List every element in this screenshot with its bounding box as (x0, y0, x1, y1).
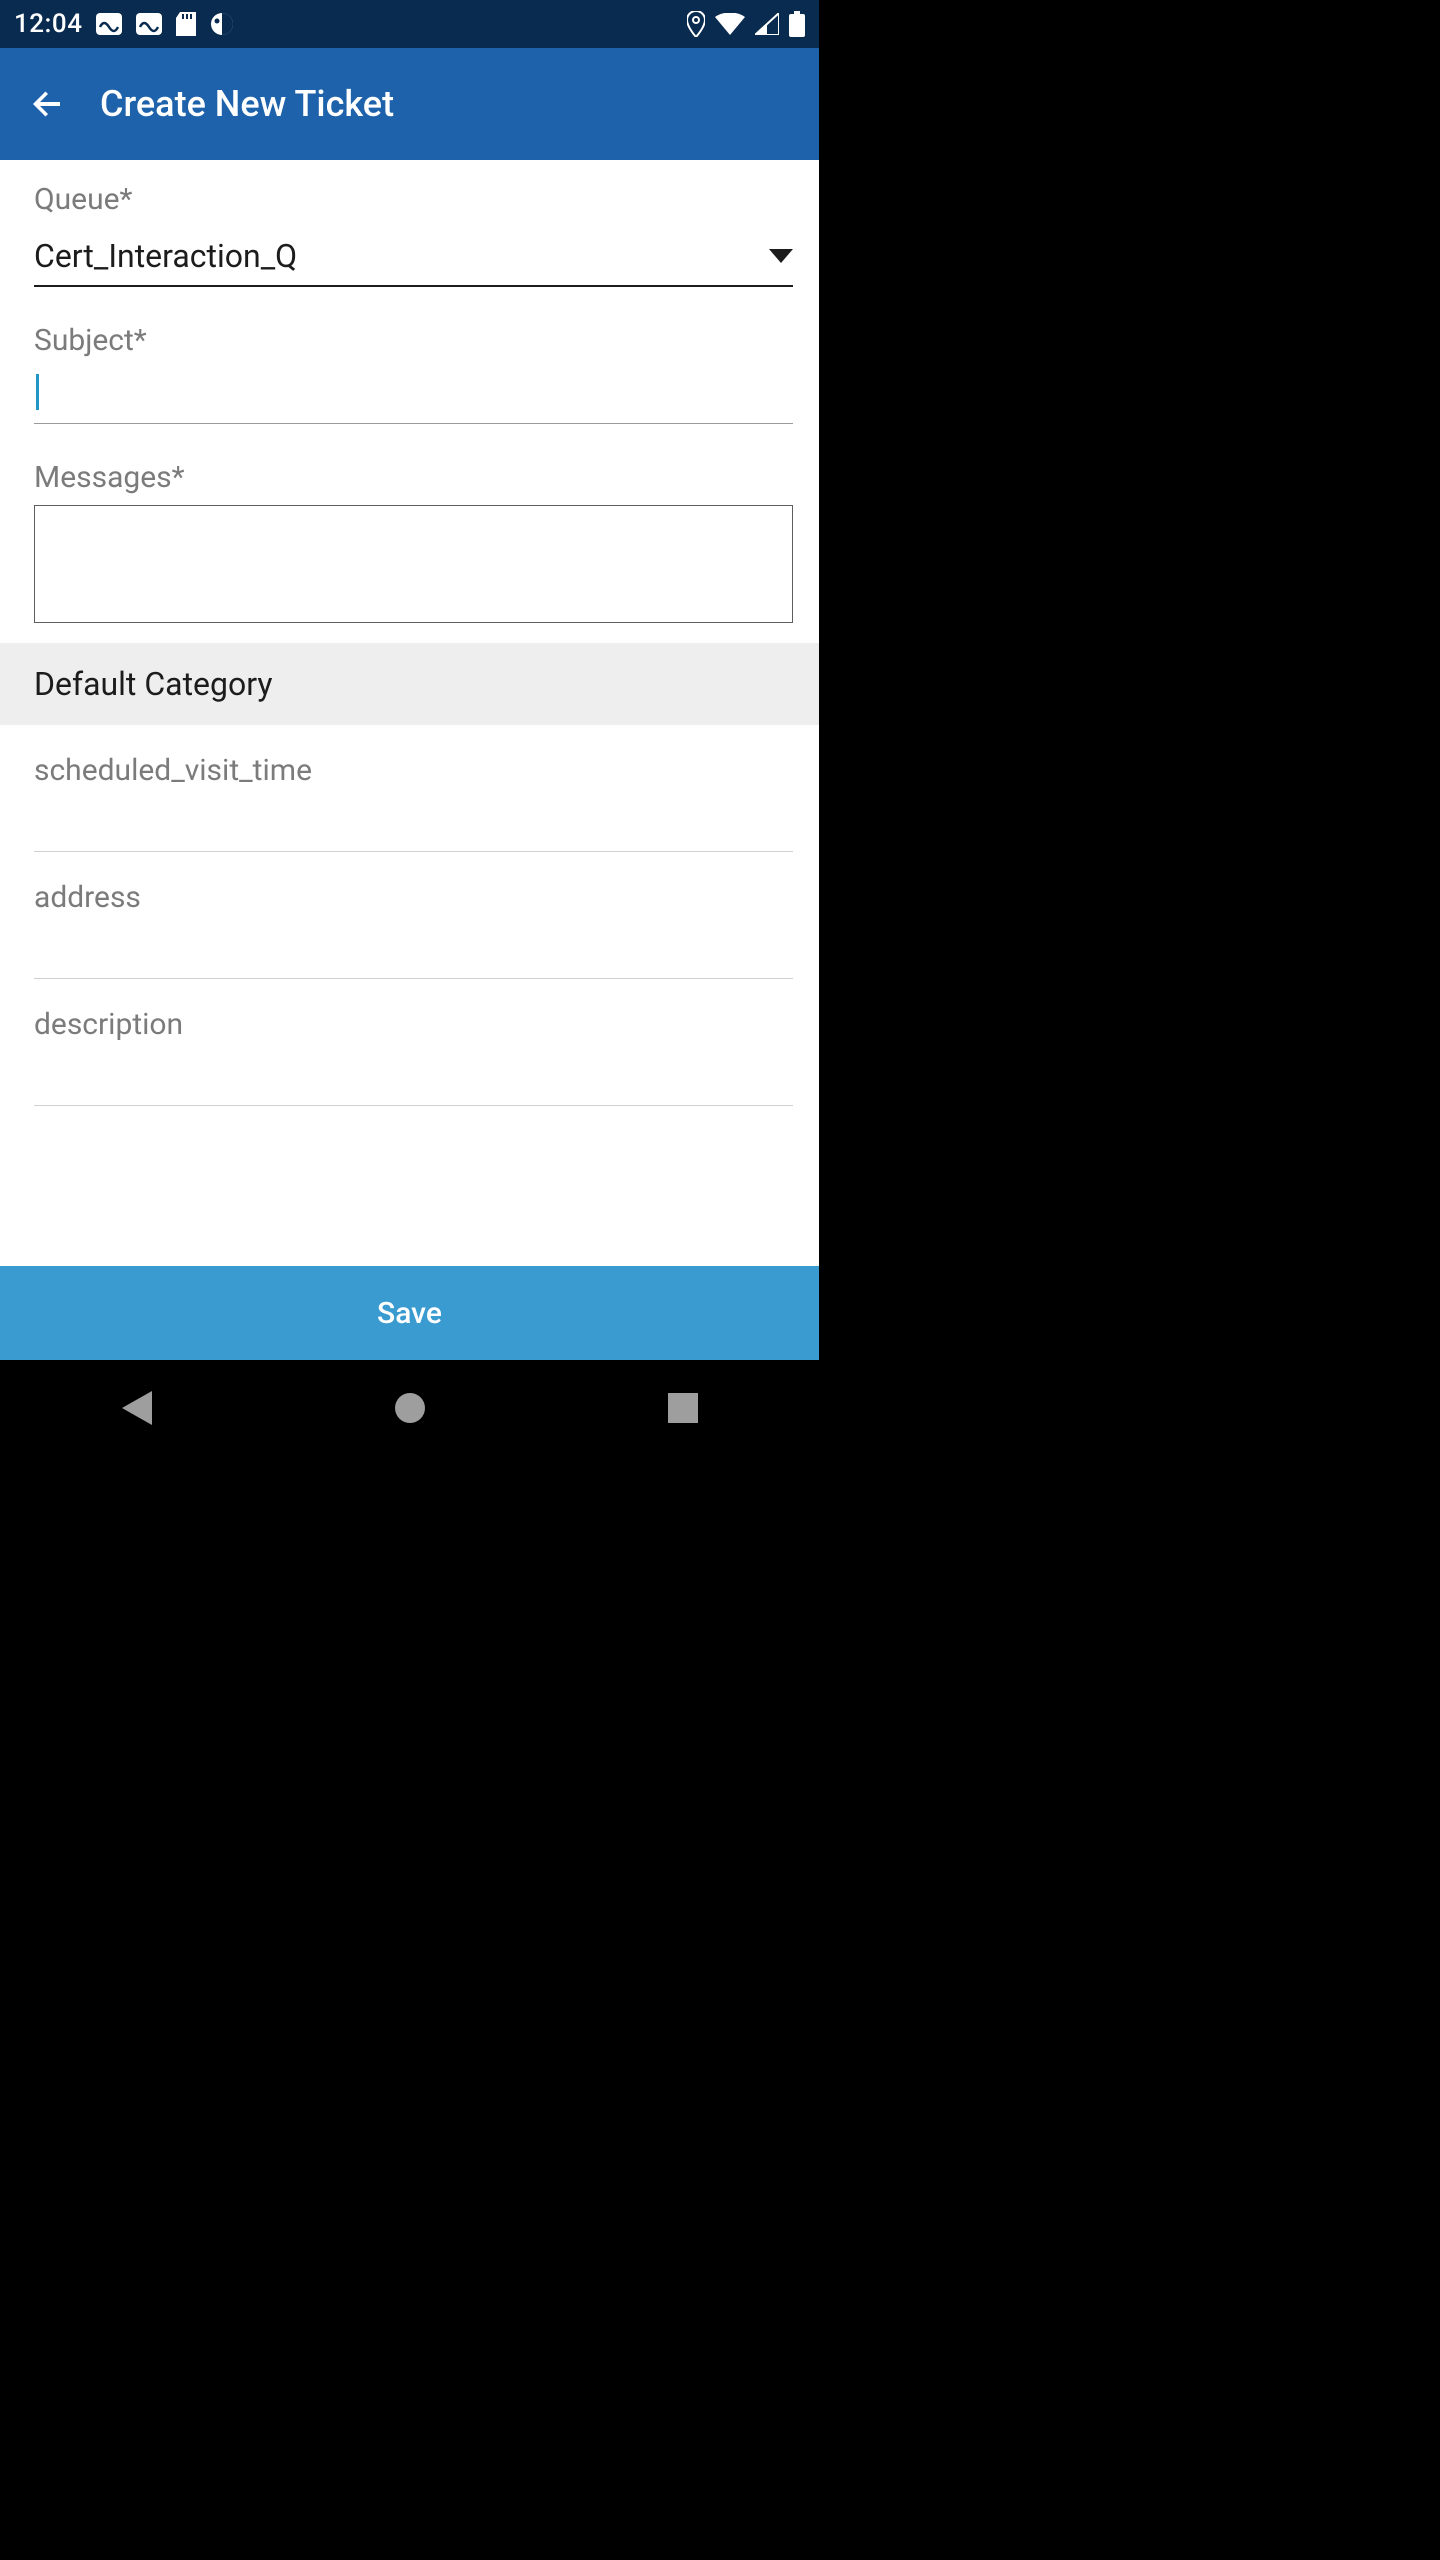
navigation-bar (0, 1360, 819, 1456)
cell-signal-icon (755, 13, 779, 35)
subject-label: Subject* (34, 323, 793, 358)
messages-box (34, 505, 793, 623)
sync-icon-2 (136, 13, 162, 35)
address-label: address (34, 880, 793, 915)
back-button[interactable] (24, 80, 72, 128)
location-icon (687, 11, 705, 37)
chevron-down-icon (769, 249, 793, 263)
description-input[interactable] (34, 1052, 793, 1105)
category-header: Default Category (0, 643, 819, 725)
address-input[interactable] (34, 925, 793, 978)
save-button-label: Save (377, 1296, 442, 1331)
status-time: 12:04 (14, 9, 82, 39)
sd-card-icon (176, 12, 196, 36)
queue-value: Cert_Interaction_Q (34, 237, 297, 275)
square-icon (668, 1393, 698, 1423)
description-label: description (34, 1007, 793, 1042)
nav-home-button[interactable] (380, 1378, 440, 1438)
messages-label: Messages* (34, 460, 793, 495)
wifi-icon (715, 13, 745, 35)
scheduled-visit-time-input[interactable] (34, 798, 793, 851)
sync-icon (96, 13, 122, 35)
circle-icon (393, 1391, 427, 1425)
queue-dropdown[interactable]: Cert_Interaction_Q (34, 223, 793, 287)
form-content: Queue* Cert_Interaction_Q Subject* Messa… (0, 160, 819, 1266)
battery-icon (789, 11, 805, 37)
app-status-icon (210, 12, 234, 36)
messages-input[interactable] (35, 506, 792, 622)
scheduled-visit-time-label: scheduled_visit_time (34, 753, 793, 788)
status-bar: 12:04 (0, 0, 819, 48)
subject-input[interactable] (34, 366, 793, 423)
queue-label: Queue* (34, 182, 793, 217)
arrow-left-icon (30, 86, 66, 122)
page-title: Create New Ticket (100, 83, 394, 125)
nav-recents-button[interactable] (653, 1378, 713, 1438)
subject-input-wrapper (34, 366, 793, 424)
app-bar: Create New Ticket (0, 48, 819, 160)
triangle-left-icon (122, 1391, 152, 1425)
nav-back-button[interactable] (107, 1378, 167, 1438)
save-button[interactable]: Save (0, 1266, 819, 1360)
